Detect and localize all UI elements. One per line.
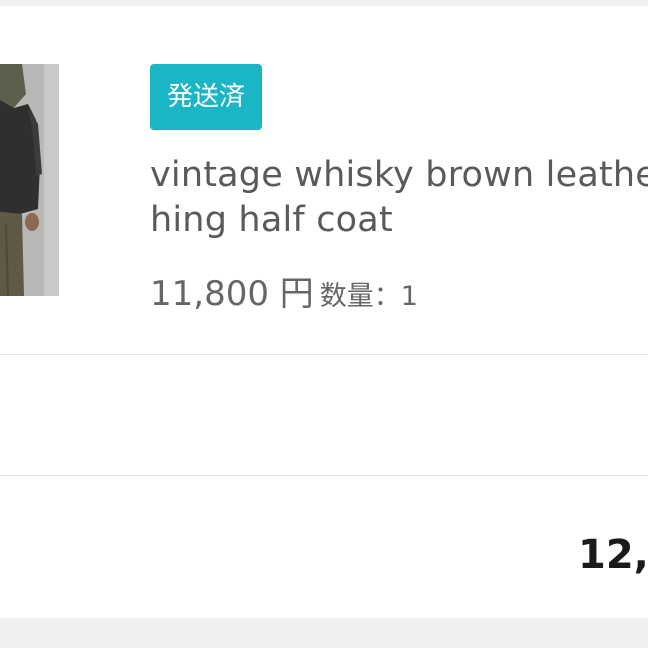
bottom-background-strip — [0, 618, 648, 648]
divider — [0, 475, 648, 476]
status-badge: 発送済 — [150, 64, 263, 130]
price-quantity-row: 11,800 円数量：1 — [150, 272, 418, 316]
total-amount: 12,7 — [578, 532, 648, 578]
order-card: 発送済 vintage whisky brown leathe hing hal… — [0, 6, 648, 618]
order-detail-screen: 発送済 vintage whisky brown leathe hing hal… — [0, 0, 648, 648]
product-photo-leather-coat-icon — [0, 64, 59, 296]
quantity-label: 数量： — [319, 281, 401, 312]
product-thumbnail[interactable] — [0, 64, 59, 296]
product-title[interactable]: vintage whisky brown leathe hing half co… — [150, 153, 648, 243]
divider — [0, 354, 648, 355]
quantity-value: 1 — [400, 281, 418, 312]
product-price: 11,800 円 — [150, 274, 314, 314]
